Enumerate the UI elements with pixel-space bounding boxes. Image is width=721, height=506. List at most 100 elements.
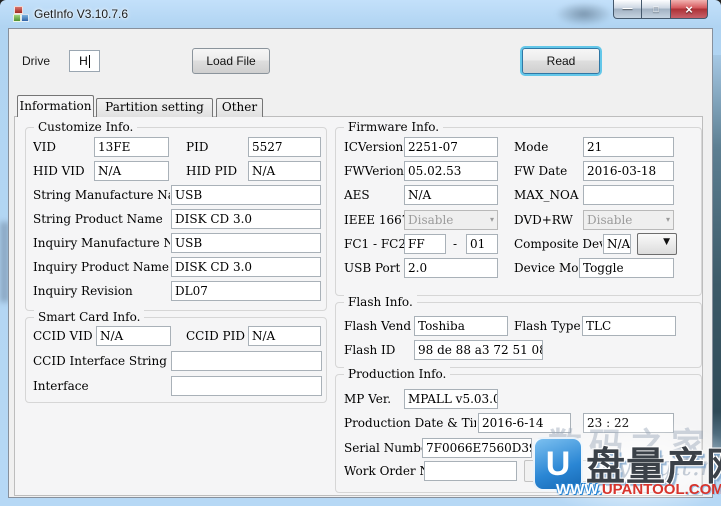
app-icon [13,6,29,22]
production-info-title: Production Info. [344,367,450,382]
flash-type-label: Flash Type [514,316,581,336]
ccid-interface-string-field[interactable] [171,351,322,371]
ccid-vid-label: CCID VID [33,326,93,346]
customize-info-title: Customize Info. [34,120,137,135]
string-manufacture-label: String Manufacture Nam [33,185,170,205]
ccid-interface-string-label: CCID Interface String [33,351,168,371]
inquiry-revision-label: Inquiry Revision [33,281,170,301]
close-button[interactable]: × [670,0,708,19]
fc2-field[interactable]: 01 [466,234,498,254]
fc-separator: - [453,234,457,254]
close-icon: × [685,2,693,17]
work-order-side-button[interactable] [524,460,596,482]
usb-port-label: USB Port [344,258,400,278]
smart-card-info-title: Smart Card Info. [34,310,144,325]
flash-info-title: Flash Info. [344,295,417,310]
mp-ver-field[interactable]: MPALL v5.03.0A [404,389,498,409]
minimize-button[interactable]: — [613,0,642,19]
hid-vid-field[interactable]: N/A [94,161,169,181]
fw-date-field[interactable]: 2016-03-18 [583,161,674,181]
composite-device-dropdown[interactable]: ▼ [637,233,677,255]
serial-number-field[interactable]: 7F0066E7560D3900 [422,438,532,458]
string-product-field[interactable]: DISK CD 3.0 [171,209,321,229]
caption-buttons: — □ × [613,0,708,19]
flash-vendor-label: Flash Vend [344,316,412,336]
inquiry-manufacture-label: Inquiry Manufacture Nam [33,233,170,253]
aero-glass-smudge [555,2,613,26]
dropdown-arrow-icon: ▼ [663,237,670,247]
dvdrw-value: Disable [587,213,632,227]
text-caret [89,55,90,68]
maximize-button[interactable]: □ [642,0,670,19]
aes-label: AES [344,185,370,205]
ieee1667-value: Disable [408,213,453,227]
pid-field[interactable]: 5527 [248,137,321,157]
smart-card-info-group: Smart Card Info. CCID VID N/A CCID PID N… [25,317,327,403]
read-button[interactable]: Read [522,48,600,74]
pid-label: PID [186,137,208,157]
device-mode-label: Device Mod [514,258,578,278]
string-manufacture-field[interactable]: USB [171,185,321,205]
fwverion-label: FWVerion [344,161,404,181]
load-file-button[interactable]: Load File [192,48,270,74]
aes-field[interactable]: N/A [404,185,498,205]
mode-field[interactable]: 21 [583,137,674,157]
device-mode-field[interactable]: Toggle [579,258,674,278]
firmware-info-group: Firmware Info. ICVersion 2251-07 Mode 21… [335,127,702,296]
interface-field[interactable] [171,376,322,396]
tab-partition-setting[interactable]: Partition setting [96,98,213,117]
drive-label: Drive [22,54,50,68]
vid-field[interactable]: 13FE [94,137,169,157]
ccid-pid-field[interactable]: N/A [248,326,321,346]
fw-date-label: FW Date [514,161,567,181]
interface-label: Interface [33,376,89,396]
ccid-vid-field[interactable]: N/A [96,326,171,346]
ccid-pid-label: CCID PID [186,326,245,346]
max-noa-label: MAX_NOA [514,185,579,205]
fc1-field[interactable]: FF [404,234,446,254]
flash-id-field[interactable]: 98 de 88 a3 72 51 08 [414,340,543,360]
production-date-time-label: Production Date & Time [344,413,476,433]
firmware-info-title: Firmware Info. [344,120,443,135]
icversion-field[interactable]: 2251-07 [404,137,498,157]
window-title: GetInfo V3.10.7.6 [34,7,128,21]
composite-device-field[interactable]: N/A [603,234,631,254]
flash-info-group: Flash Info. Flash Vend Toshiba Flash Typ… [335,302,702,368]
chevron-down-icon: ▾ [490,212,494,228]
usb-port-field[interactable]: 2.0 [404,258,498,278]
string-product-label: String Product Name [33,209,170,229]
production-info-group: Production Info. MP Ver. MPALL v5.03.0A … [335,374,702,493]
tab-other[interactable]: Other [216,98,263,117]
ieee1667-label: IEEE 1667 [344,210,409,230]
aero-right-border [712,55,721,475]
getinfo-window: GetInfo V3.10.7.6 — □ × Drive H Load Fil… [0,0,721,506]
production-date-field[interactable]: 2016-6-14 [478,413,571,433]
flash-id-label: Flash ID [344,340,395,360]
hid-pid-field[interactable]: N/A [248,161,321,181]
production-time-field[interactable]: 23 : 22 [583,413,674,433]
work-order-field[interactable] [424,461,517,481]
drive-input[interactable]: H [69,50,100,72]
hid-pid-label: HID PID [186,161,237,181]
max-noa-field[interactable] [583,185,674,205]
flash-type-field[interactable]: TLC [582,316,676,336]
tab-information[interactable]: Information [17,95,94,117]
minimize-icon: — [623,3,633,14]
flash-vendor-field[interactable]: Toshiba [414,316,508,336]
inquiry-revision-field[interactable]: DL07 [171,281,321,301]
serial-number-label: Serial Number [344,438,434,458]
drive-value: H [79,54,88,68]
fc1-fc2-label: FC1 - FC2 [344,234,406,254]
chevron-down-icon: ▾ [666,212,670,228]
inquiry-product-field[interactable]: DISK CD 3.0 [171,257,321,277]
vid-label: VID [33,137,56,157]
icversion-label: ICVersion [344,137,403,157]
inquiry-manufacture-field[interactable]: USB [171,233,321,253]
ieee1667-combobox[interactable]: Disable ▾ [404,210,498,230]
dvdrw-combobox[interactable]: Disable ▾ [583,210,674,230]
mp-ver-label: MP Ver. [344,389,391,409]
customize-info-group: Customize Info. VID 13FE PID 5527 HID VI… [25,127,327,311]
inquiry-product-label: Inquiry Product Name [33,257,170,277]
mode-label: Mode [514,137,548,157]
fwverion-field[interactable]: 05.02.53 [404,161,498,181]
